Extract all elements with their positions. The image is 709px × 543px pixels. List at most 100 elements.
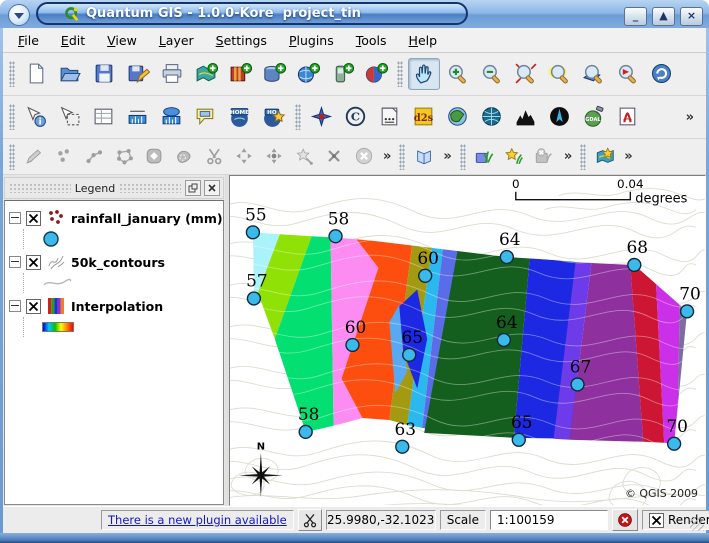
main-area: Legend rainfall_january (mm)50k_contours… (3, 175, 706, 506)
capture-polygon-button[interactable] (110, 143, 138, 171)
identify-features-button[interactable]: i (20, 101, 52, 133)
new-plugin-link[interactable]: There is a new plugin available (108, 513, 287, 527)
window-resize-grip[interactable] (690, 517, 704, 531)
measure-area-button[interactable] (156, 101, 188, 133)
layer-visibility-checkbox[interactable] (26, 299, 41, 314)
pan-map-button[interactable] (408, 58, 440, 90)
grass-new-mapset-button[interactable] (501, 143, 529, 171)
add-wms-layer-button[interactable] (292, 58, 324, 90)
add-island-button[interactable] (170, 143, 198, 171)
simplify-feature-button[interactable] (290, 143, 318, 171)
zoom-to-layer-button[interactable] (578, 58, 610, 90)
coordinate-display: 25.9980,-32.1023 (326, 510, 436, 530)
legend-layer-row[interactable]: rainfall_january (mm) (9, 207, 223, 229)
copyright-label-button[interactable]: C (340, 101, 372, 133)
refresh-map-button[interactable] (646, 58, 678, 90)
zoom-out-button[interactable] (476, 58, 508, 90)
menu-view[interactable]: View (96, 30, 148, 51)
map-tips-button[interactable] (190, 101, 222, 133)
toolbar-overflow-button[interactable]: » (379, 149, 395, 164)
scale-bar-unit-label: degrees (635, 192, 687, 207)
maximize-button[interactable]: ▲ (652, 7, 675, 26)
capture-line-button[interactable] (80, 143, 108, 171)
graticule-creator-button[interactable] (476, 101, 508, 133)
new-bookmark-button[interactable]: HOME (224, 101, 256, 133)
menu-tools[interactable]: Tools (345, 30, 398, 51)
tree-collapse-icon[interactable] (9, 212, 21, 224)
print-composer-button[interactable] (156, 58, 188, 90)
menu-layer[interactable]: Layer (148, 30, 205, 51)
delete-selected-button[interactable] (350, 143, 378, 171)
toolbar-grip (9, 104, 15, 130)
scale-bar-plugin-button[interactable] (374, 101, 406, 133)
map-overview-button[interactable] (410, 143, 438, 171)
window-menu-button[interactable] (8, 4, 30, 26)
close-button[interactable]: × (680, 7, 703, 26)
map-canvas[interactable]: 0 0.04 degrees N 55585760646870606564675… (229, 175, 706, 506)
toggle-editing-button[interactable] (20, 143, 48, 171)
render-checkbox[interactable] (649, 513, 664, 528)
add-ring-button[interactable] (140, 143, 168, 171)
refresh-map-icon (650, 62, 674, 86)
dxf2shp-converter-button[interactable]: d2s (408, 101, 440, 133)
legend-float-button[interactable] (185, 180, 201, 196)
tree-collapse-icon[interactable] (9, 300, 21, 312)
grass-open-mapset-button[interactable] (471, 143, 499, 171)
extents-toggle-button[interactable] (298, 509, 322, 531)
select-features-button[interactable] (54, 101, 86, 133)
annotation-tool-button[interactable] (306, 101, 338, 133)
toolbar-grip (397, 61, 403, 87)
grass-close-mapset-button[interactable] (531, 143, 559, 171)
toolbar-overflow-button[interactable]: » (620, 149, 636, 164)
save-project-as-button[interactable] (122, 58, 154, 90)
capture-point-button[interactable] (50, 143, 78, 171)
layer-visibility-checkbox[interactable] (26, 255, 41, 270)
add-postgis-layer-button[interactable] (258, 58, 290, 90)
pdf-export-button[interactable] (612, 101, 644, 133)
rainfall-point (500, 251, 513, 264)
toolbar-overflow-button[interactable]: » (439, 149, 455, 164)
new-project-button[interactable] (20, 58, 52, 90)
menu-file[interactable]: File (7, 30, 50, 51)
toolbar-grip (9, 61, 15, 87)
zoom-in-button[interactable] (442, 58, 474, 90)
rainfall-point (628, 258, 641, 271)
layer-visibility-checkbox[interactable] (26, 211, 41, 226)
add-wfs-layer-button[interactable] (360, 58, 392, 90)
grass-tools-button[interactable] (591, 143, 619, 171)
minimize-button[interactable]: _ (624, 7, 647, 26)
legend-close-button[interactable] (204, 180, 220, 196)
menu-plugins[interactable]: Plugins (278, 30, 345, 51)
zoom-to-selection-button[interactable] (544, 58, 576, 90)
menu-settings[interactable]: Settings (205, 30, 278, 51)
add-gpx-layer-button[interactable] (326, 58, 358, 90)
save-project-button[interactable] (88, 58, 120, 90)
stop-render-button[interactable] (612, 509, 638, 531)
open-project-button[interactable] (54, 58, 86, 90)
tree-collapse-icon[interactable] (9, 256, 21, 268)
menu-edit[interactable]: Edit (50, 30, 96, 51)
add-raster-layer-button[interactable] (224, 58, 256, 90)
legend-layer-row[interactable]: 50k_contours (9, 251, 223, 273)
add-vector-layer-button[interactable] (190, 58, 222, 90)
menu-help[interactable]: Help (398, 30, 449, 51)
zoom-last-button[interactable] (612, 58, 644, 90)
legend-layer-row[interactable]: Interpolation (9, 295, 223, 317)
gdal-tools-button[interactable]: GDAL (578, 101, 610, 133)
toolbar-row1 (3, 53, 706, 96)
measure-line-button[interactable] (122, 101, 154, 133)
raster-histogram-button[interactable] (510, 101, 542, 133)
toolbar-overflow-button[interactable]: » (682, 110, 698, 125)
delete-vertex-button[interactable] (320, 143, 348, 171)
north-arrow-plugin-button[interactable] (544, 101, 576, 133)
move-feature-button[interactable] (230, 143, 258, 171)
georeferencer-button[interactable] (442, 101, 474, 133)
scale-input[interactable]: 1:100159 (490, 510, 608, 530)
split-features-button[interactable] (200, 143, 228, 171)
zoom-full-extent-button[interactable] (510, 58, 542, 90)
move-vertex-button[interactable] (260, 143, 288, 171)
show-bookmarks-button[interactable]: HO (258, 101, 290, 133)
toolbar-overflow-button[interactable]: » (560, 149, 576, 164)
open-attribute-table-button[interactable] (88, 101, 120, 133)
title-bar[interactable]: Quantum GIS - 1.0.0-Kore project_tin _ ▲… (0, 0, 709, 28)
